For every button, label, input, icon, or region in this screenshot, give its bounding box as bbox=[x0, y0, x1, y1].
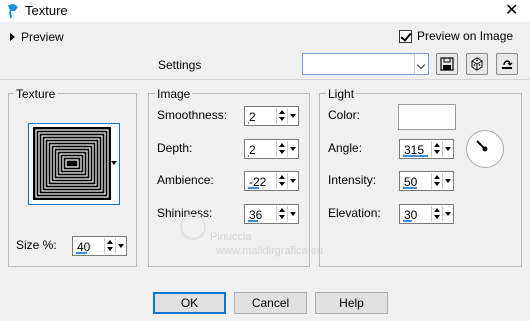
depth-value: 2 bbox=[249, 143, 256, 157]
shininess-stepper[interactable] bbox=[276, 206, 286, 222]
settings-label: Settings bbox=[158, 58, 202, 72]
texture-picker[interactable] bbox=[28, 123, 120, 205]
smoothness-slider-bar bbox=[248, 122, 249, 124]
angle-stepper[interactable] bbox=[431, 141, 441, 157]
ambience-dropdown-icon[interactable] bbox=[287, 173, 297, 189]
shininess-slider-bar bbox=[248, 220, 258, 222]
depth-spinner[interactable]: 2 bbox=[244, 139, 299, 159]
intensity-label: Intensity: bbox=[328, 173, 377, 187]
chevron-down-icon[interactable] bbox=[414, 54, 428, 74]
depth-label: Depth: bbox=[157, 141, 193, 155]
watermark-logo bbox=[180, 214, 206, 240]
watermark-line2: www.maildirgrafica.eu bbox=[216, 245, 323, 257]
app-icon bbox=[8, 4, 18, 19]
light-color-swatch[interactable] bbox=[398, 104, 456, 130]
elevation-stepper[interactable] bbox=[431, 206, 441, 222]
angle-label: Angle: bbox=[328, 141, 363, 155]
ambience-stepper[interactable] bbox=[276, 173, 286, 189]
elevation-slider-bar bbox=[403, 220, 412, 222]
image-group-title: Image bbox=[155, 87, 193, 101]
depth-stepper[interactable] bbox=[276, 141, 286, 157]
reset-icon bbox=[502, 60, 513, 69]
depth-slider-bar bbox=[248, 155, 249, 157]
save-icon bbox=[440, 57, 454, 71]
size-spinner[interactable]: 40 bbox=[72, 236, 127, 256]
intensity-spinner[interactable]: 50 bbox=[399, 171, 454, 191]
angle-spinner[interactable]: 315 bbox=[399, 139, 454, 159]
depth-dropdown-icon[interactable] bbox=[287, 141, 297, 157]
dice-icon bbox=[471, 57, 483, 71]
preview-toggle[interactable]: Preview bbox=[10, 30, 64, 44]
elevation-dropdown-icon[interactable] bbox=[442, 206, 452, 222]
smoothness-value: 2 bbox=[249, 110, 256, 124]
intensity-dropdown-icon[interactable] bbox=[442, 173, 452, 189]
checkbox-checked-icon[interactable] bbox=[399, 29, 412, 43]
intensity-slider-bar bbox=[403, 187, 417, 189]
light-angle-dial[interactable] bbox=[466, 130, 504, 168]
texture-dropdown-arrow-icon[interactable] bbox=[111, 161, 117, 165]
size-label: Size %: bbox=[16, 238, 57, 252]
size-dropdown-icon[interactable] bbox=[115, 238, 125, 254]
light-dial-icon bbox=[476, 140, 488, 152]
shininess-dropdown-icon[interactable] bbox=[287, 206, 297, 222]
ambience-spinner[interactable]: -22 bbox=[244, 171, 299, 191]
save-preset-button[interactable] bbox=[436, 53, 458, 75]
angle-dropdown-icon[interactable] bbox=[442, 141, 452, 157]
reset-button[interactable] bbox=[496, 53, 518, 75]
settings-dropdown[interactable] bbox=[302, 53, 429, 75]
size-slider-bar bbox=[76, 252, 87, 254]
angle-slider-bar bbox=[403, 155, 428, 157]
smoothness-spinner[interactable]: 2 bbox=[244, 106, 299, 126]
smoothness-dropdown-icon[interactable] bbox=[287, 108, 297, 124]
watermark-line1: Pinuccia bbox=[210, 231, 252, 243]
intensity-stepper[interactable] bbox=[431, 173, 441, 189]
expand-arrow-icon bbox=[10, 33, 15, 41]
color-label: Color: bbox=[328, 108, 361, 122]
ok-button[interactable]: OK bbox=[153, 292, 226, 314]
close-icon[interactable]: ✕ bbox=[505, 0, 518, 20]
smoothness-label: Smoothness: bbox=[157, 108, 228, 122]
window-title: Texture bbox=[25, 3, 68, 18]
preview-label: Preview bbox=[21, 30, 64, 44]
preview-on-image-label: Preview on Image bbox=[417, 29, 514, 43]
texture-preview-image bbox=[33, 127, 111, 200]
smoothness-stepper[interactable] bbox=[276, 108, 286, 124]
size-stepper[interactable] bbox=[104, 238, 114, 254]
ambience-slider-bar bbox=[248, 187, 259, 189]
texture-group-title: Texture bbox=[14, 87, 58, 101]
preview-on-image-checkbox[interactable]: Preview on Image bbox=[399, 29, 513, 43]
shininess-spinner[interactable]: 36 bbox=[244, 204, 299, 224]
help-button[interactable]: Help bbox=[315, 292, 388, 314]
light-group-title: Light bbox=[326, 87, 357, 101]
elevation-label: Elevation: bbox=[328, 206, 381, 220]
cancel-button[interactable]: Cancel bbox=[234, 292, 307, 314]
elevation-spinner[interactable]: 30 bbox=[399, 204, 454, 224]
title-bar bbox=[0, 0, 530, 22]
separator bbox=[0, 79, 530, 80]
randomize-button[interactable] bbox=[466, 53, 488, 75]
ambience-label: Ambience: bbox=[157, 173, 214, 187]
